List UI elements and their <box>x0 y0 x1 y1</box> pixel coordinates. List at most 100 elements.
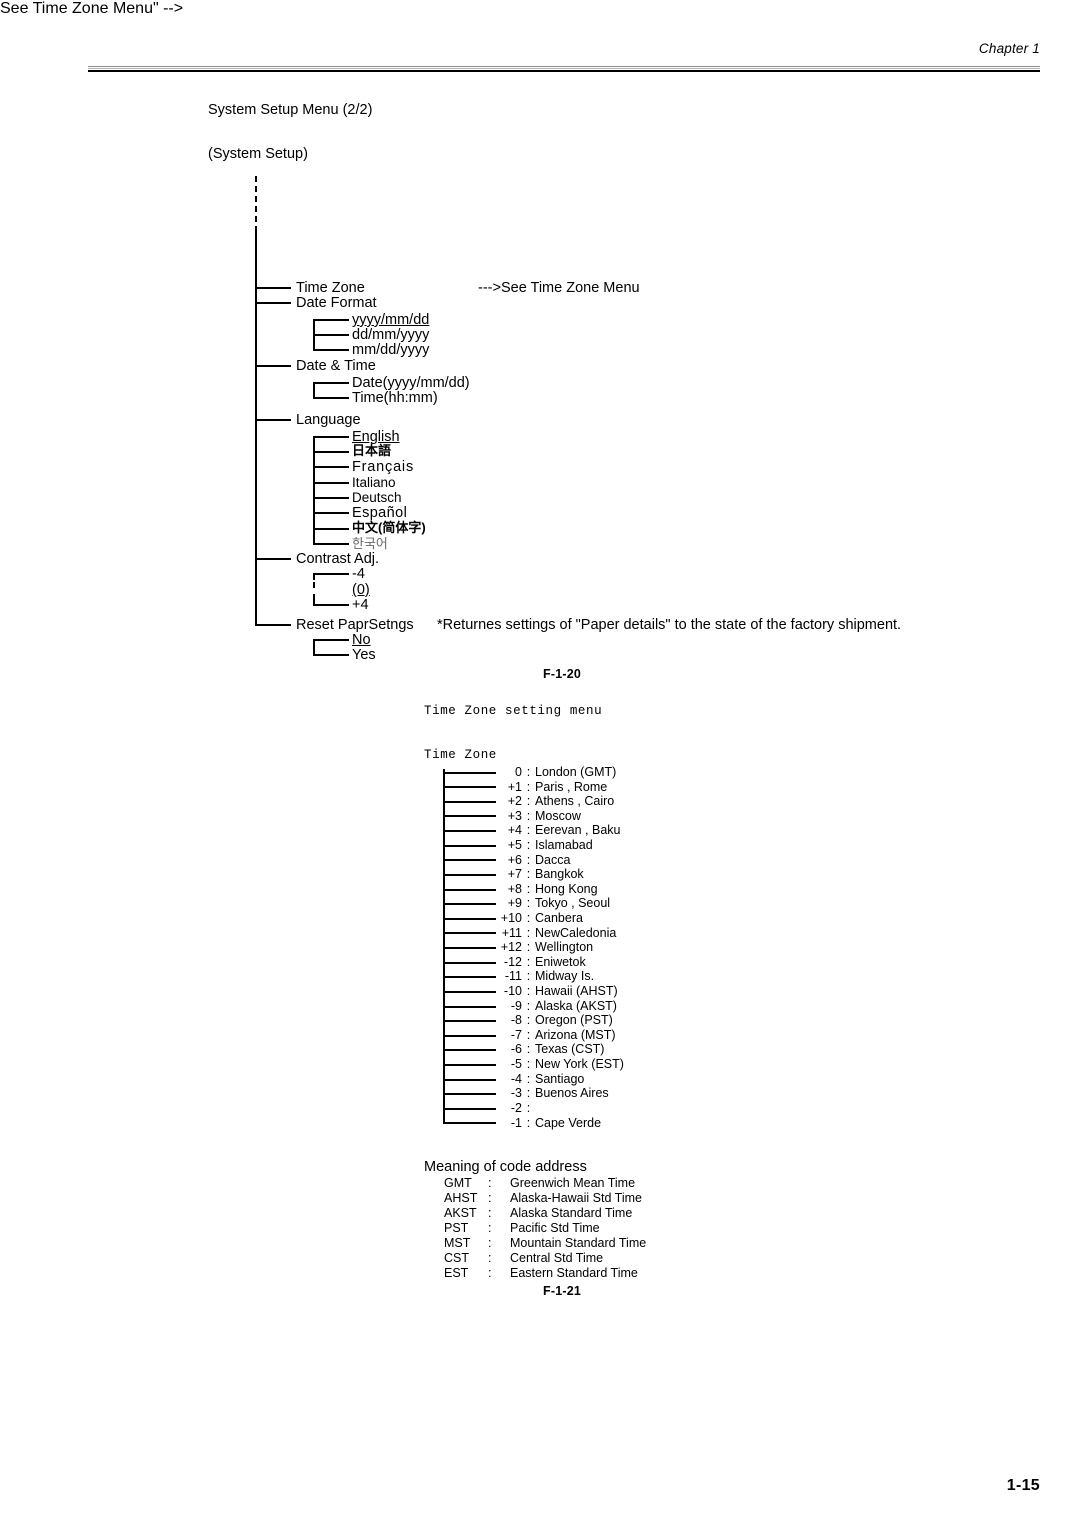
tz-branch <box>443 991 496 993</box>
time-zone-row[interactable]: +4: Eerevan , Baku <box>496 823 621 837</box>
time-zone-row[interactable]: -12: Eniwetok <box>496 956 586 969</box>
code-row: PST: Pacific Std Time <box>444 1222 600 1235</box>
tz-offset: -8 <box>510 1013 522 1027</box>
subbranch-english <box>313 436 349 438</box>
option-date-field[interactable]: Date(yyyy/mm/dd) <box>352 376 470 391</box>
node-time-zone[interactable]: Time Zone <box>296 281 365 296</box>
time-zone-row[interactable]: +6: Dacca <box>496 854 571 867</box>
tz-offset: -6 <box>510 1042 522 1056</box>
option-language-italian[interactable]: Italiano <box>352 476 396 490</box>
time-zone-row[interactable]: 0: London (GMT) <box>496 766 616 779</box>
time-zone-row[interactable]: +5: Islamabad <box>496 839 593 852</box>
subbranch-japanese <box>313 451 349 453</box>
tz-cities: NewCaledonia <box>535 926 617 940</box>
tz-colon: : <box>526 969 531 983</box>
tz-colon: : <box>526 1028 531 1042</box>
tz-offset: -10 <box>503 984 522 998</box>
option-language-chinese[interactable]: 中文(简体字) <box>352 521 426 534</box>
time-zone-row[interactable]: +11: NewCaledonia <box>496 926 617 940</box>
tz-offset: -9 <box>510 999 522 1013</box>
node-date-time[interactable]: Date & Time <box>296 359 376 374</box>
tz-branch <box>443 1020 496 1022</box>
tz-colon: : <box>526 1072 531 1086</box>
tree-trunk <box>255 232 257 626</box>
option-language-french[interactable]: Français <box>352 460 414 475</box>
option-language-german[interactable]: Deutsch <box>352 491 402 505</box>
time-zone-row[interactable]: -6: Texas (CST) <box>496 1042 605 1056</box>
option-contrast-plus4[interactable]: +4 <box>352 598 369 613</box>
tz-cities: Wellington <box>535 940 594 954</box>
option-reset-yes[interactable]: Yes <box>352 648 376 663</box>
system-setup-root-label: (System Setup) <box>208 146 308 162</box>
subbranch-chinese <box>313 528 349 530</box>
tz-offset: -5 <box>510 1057 522 1071</box>
option-contrast-minus4[interactable]: -4 <box>352 567 365 582</box>
subbranch-reset-yes <box>313 654 349 656</box>
tz-colon: : <box>526 896 531 910</box>
node-date-format[interactable]: Date Format <box>296 296 377 311</box>
time-zone-root-label: Time Zone <box>424 748 497 762</box>
figure-caption-f-1-21: F-1-21 <box>543 1284 582 1298</box>
tz-colon: : <box>526 882 531 896</box>
tz-cities: Eniwetok <box>535 955 586 969</box>
time-zone-row[interactable]: -1: Cape Verde <box>496 1117 601 1130</box>
tz-offset: -4 <box>510 1072 522 1086</box>
time-zone-row[interactable]: +3: Moscow <box>496 810 581 823</box>
time-zone-row[interactable]: -3: Buenos Aires <box>496 1087 609 1100</box>
subbranch-german <box>313 497 349 499</box>
tz-offset: +5 <box>507 838 522 852</box>
time-zone-row[interactable]: -8: Oregon (PST) <box>496 1014 613 1027</box>
tz-cities: New York (EST) <box>535 1057 624 1071</box>
tz-branch <box>443 1093 496 1095</box>
time-zone-row[interactable]: -4: Santiago <box>496 1073 584 1086</box>
node-reset-paprsetngs[interactable]: Reset PaprSetngs <box>296 618 414 633</box>
option-time-field[interactable]: Time(hh:mm) <box>352 391 438 406</box>
time-zone-row[interactable]: -10: Hawaii (AHST) <box>496 985 618 998</box>
option-language-korean[interactable]: 한국어 <box>352 537 388 550</box>
tz-cities: Buenos Aires <box>535 1086 609 1100</box>
tz-cities: Eerevan , Baku <box>535 823 621 837</box>
node-language[interactable]: Language <box>296 413 361 428</box>
tz-cities: London (GMT) <box>535 765 617 779</box>
code-key: AKST <box>444 1206 477 1220</box>
branch-contrast-adj <box>255 558 291 560</box>
tz-colon: : <box>526 1042 531 1056</box>
option-dd-mm-yyyy[interactable]: dd/mm/yyyy <box>352 328 429 343</box>
branch-date-time <box>255 365 291 367</box>
option-contrast-zero[interactable]: (0) <box>352 583 370 598</box>
time-zone-row[interactable]: +12: Wellington <box>496 941 593 954</box>
tz-offset: -2 <box>510 1101 522 1115</box>
tz-offset: -1 <box>510 1116 522 1130</box>
time-zone-row[interactable]: +1: Paris , Rome <box>496 780 608 794</box>
time-zone-row[interactable]: -2: <box>496 1102 535 1115</box>
node-contrast-adj[interactable]: Contrast Adj. <box>296 552 379 567</box>
time-zone-row[interactable]: +8: Hong Kong <box>496 883 598 896</box>
tz-cities: Hong Kong <box>535 882 598 896</box>
option-reset-no[interactable]: No <box>352 633 371 648</box>
reset-paprsetngs-note: *Returnes settings of "Paper details" to… <box>437 617 902 633</box>
tz-colon: : <box>526 794 531 808</box>
tz-offset: +3 <box>507 809 522 823</box>
time-zone-row[interactable]: +10: Canbera <box>496 912 583 925</box>
time-zone-row[interactable]: +2: Athens , Cairo <box>496 795 614 808</box>
time-zone-row[interactable]: -5: New York (EST) <box>496 1058 624 1071</box>
tz-colon: : <box>526 1057 531 1071</box>
code-meaning: Greenwich Mean Time <box>510 1176 636 1190</box>
time-zone-row[interactable]: +9: Tokyo , Seoul <box>496 897 610 910</box>
tz-branch <box>443 947 496 949</box>
time-zone-row[interactable]: +7: Bangkok <box>496 868 584 881</box>
tz-offset: +7 <box>507 867 522 881</box>
subbranch-dd-mm-yyyy <box>313 334 349 336</box>
tz-offset: +1 <box>507 780 522 794</box>
tz-cities: Athens , Cairo <box>535 794 615 808</box>
option-mm-dd-yyyy[interactable]: mm/dd/yyyy <box>352 343 429 358</box>
subbranch-contrast-plus4 <box>313 604 349 606</box>
option-language-japanese[interactable]: 日本語 <box>352 444 391 457</box>
time-zone-row[interactable]: -11: Midway Is. <box>496 970 594 983</box>
time-zone-row[interactable]: -7: Arizona (MST) <box>496 1029 616 1042</box>
option-yyyy-mm-dd[interactable]: yyyy/mm/dd <box>352 313 429 328</box>
time-zone-row[interactable]: -9: Alaska (AKST) <box>496 1000 617 1013</box>
tz-colon: : <box>526 926 531 940</box>
option-language-spanish[interactable]: Español <box>352 506 407 521</box>
subbranch-korean <box>313 543 349 545</box>
